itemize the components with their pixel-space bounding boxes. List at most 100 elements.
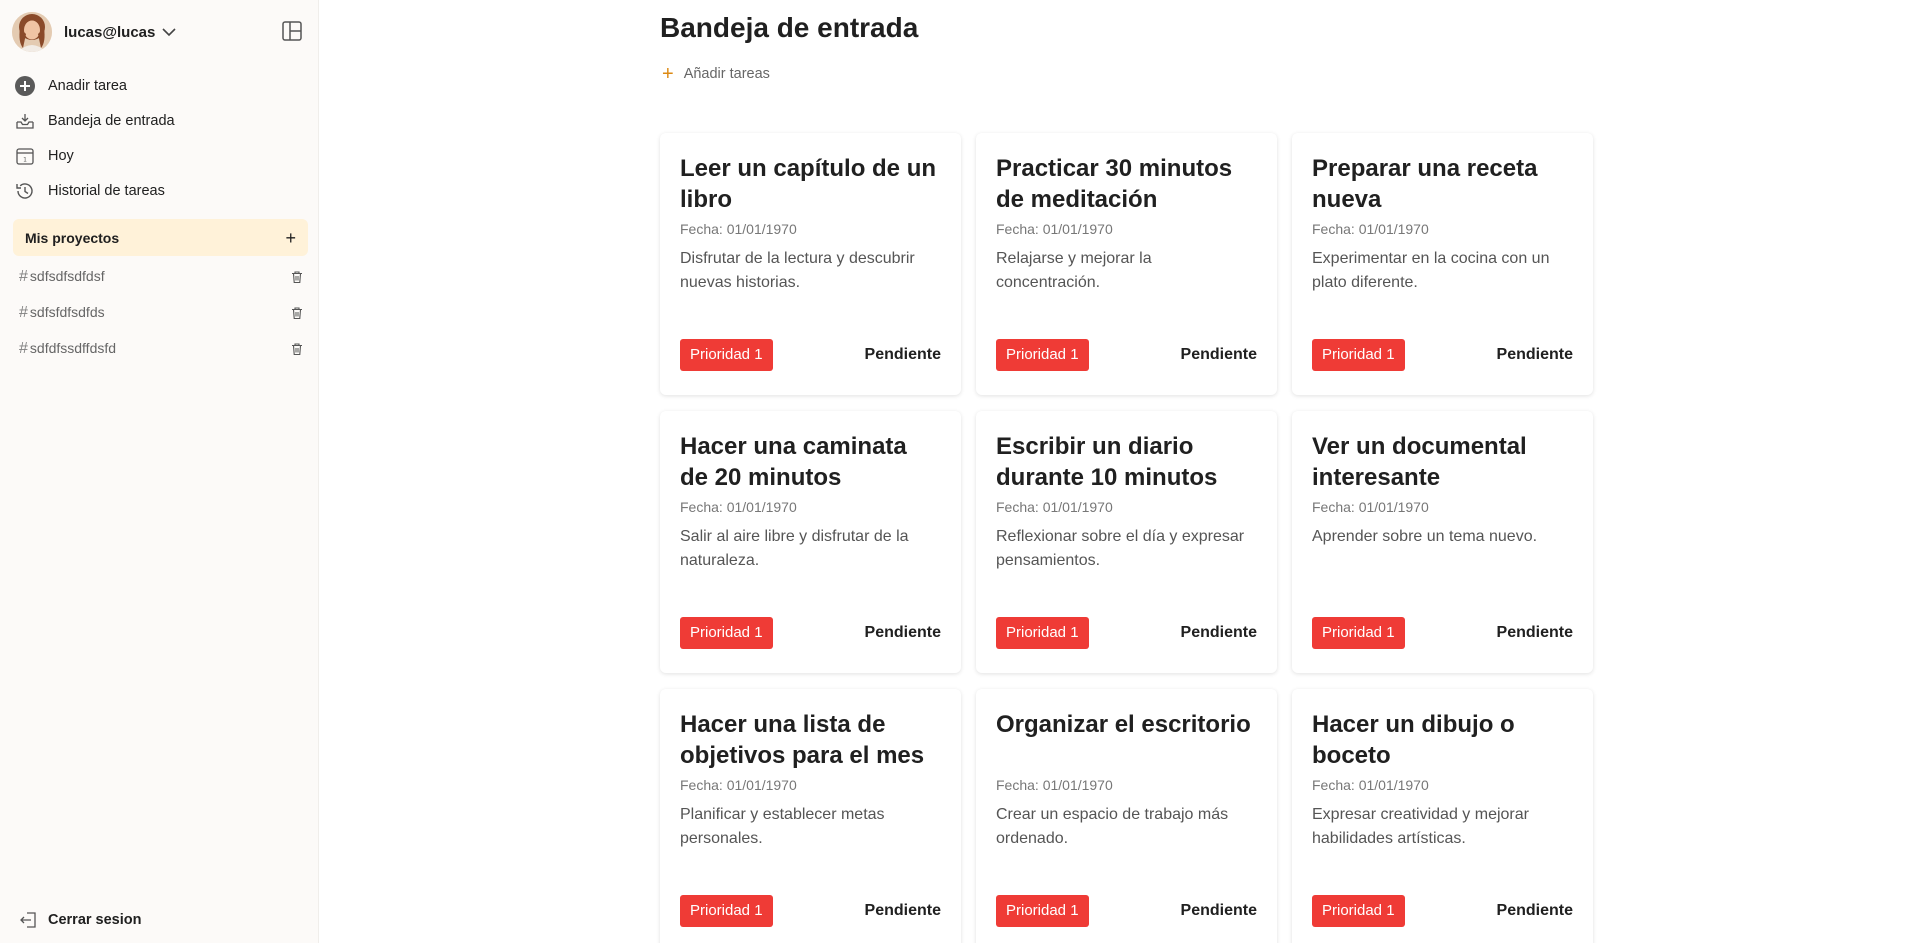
add-circle-icon <box>14 75 36 97</box>
projects-header: Mis proyectos + <box>13 219 308 256</box>
svg-text:1: 1 <box>23 156 27 163</box>
inbox-icon <box>14 110 36 132</box>
trash-icon[interactable] <box>290 306 304 320</box>
logout-button[interactable]: Cerrar sesion <box>18 910 142 930</box>
hash-icon: # <box>19 340 28 357</box>
task-description: Expresar creatividad y mejorar habilidad… <box>1312 806 1529 847</box>
status-label[interactable]: Pendiente <box>1497 346 1573 364</box>
task-grid: Leer un capítulo de un libro Fecha: 01/0… <box>660 133 1593 943</box>
status-label[interactable]: Pendiente <box>1181 346 1257 364</box>
task-date: Fecha: 01/01/1970 <box>680 499 797 515</box>
trash-icon[interactable] <box>290 270 304 284</box>
task-description: Salir al aire libre y disfrutar de la na… <box>680 528 909 569</box>
task-date: Fecha: 01/01/1970 <box>996 221 1113 237</box>
task-card[interactable]: Practicar 30 minutos de meditación Fecha… <box>976 133 1277 395</box>
priority-badge: Prioridad 1 <box>996 339 1089 371</box>
task-description: Reflexionar sobre el día y expresar pens… <box>996 528 1245 569</box>
priority-badge: Prioridad 1 <box>1312 339 1405 371</box>
main-nav: Anadir tarea Bandeja de entrada 1 Hoy Hi… <box>14 68 309 208</box>
projects-list: # sdfsdfsdfdsf # sdfsfdfsdfds # sdfdfssdffd… <box>19 259 304 367</box>
nav-label: Historial de tareas <box>48 182 165 199</box>
task-date: Fecha: 01/01/1970 <box>1312 499 1429 515</box>
status-label[interactable]: Pendiente <box>1181 902 1257 920</box>
task-card[interactable]: Escribir un diario durante 10 minutos Fe… <box>976 411 1277 673</box>
page-title: Bandeja de entrada <box>660 12 919 43</box>
task-title: Organizar el escritorio <box>996 711 1251 738</box>
status-label[interactable]: Pendiente <box>865 624 941 642</box>
user-name: lucas@lucas <box>64 23 156 41</box>
task-card[interactable]: Preparar una receta nueva Fecha: 01/01/1… <box>1292 133 1593 395</box>
task-title: Hacer un dibujo o boceto <box>1312 711 1515 769</box>
nav-history[interactable]: Historial de tareas <box>14 173 309 208</box>
project-name: sdfsdfsdfdsf <box>29 268 105 284</box>
plus-icon: + <box>662 63 674 85</box>
nav-label: Hoy <box>48 147 74 164</box>
sidebar: lucas@lucas Anadir tarea Bandeja de entr… <box>0 0 319 943</box>
task-date: Fecha: 01/01/1970 <box>1312 221 1429 237</box>
avatar <box>12 12 52 52</box>
status-label[interactable]: Pendiente <box>1181 624 1257 642</box>
sidebar-toggle-icon[interactable] <box>281 20 303 42</box>
nav-label: Anadir tarea <box>48 77 127 94</box>
priority-badge: Prioridad 1 <box>680 895 773 927</box>
priority-badge: Prioridad 1 <box>1312 895 1405 927</box>
task-title: Leer un capítulo de un libro <box>680 155 937 213</box>
task-footer: Prioridad 1 Pendiente <box>996 339 1257 371</box>
project-item[interactable]: # sdfsdfsdfdsf <box>19 259 304 295</box>
priority-badge: Prioridad 1 <box>680 339 773 371</box>
task-footer: Prioridad 1 Pendiente <box>1312 617 1573 649</box>
project-item[interactable]: # sdfdfssdffdsfd <box>19 331 304 367</box>
task-description: Relajarse y mejorar la concentración. <box>996 250 1152 291</box>
task-card[interactable]: Hacer una caminata de 20 minutos Fecha: … <box>660 411 961 673</box>
task-footer: Prioridad 1 Pendiente <box>1312 339 1573 371</box>
task-description: Disfrutar de la lectura y descubrir nuev… <box>680 250 915 291</box>
status-label[interactable]: Pendiente <box>865 902 941 920</box>
task-card[interactable]: Hacer un dibujo o boceto Fecha: 01/01/19… <box>1292 689 1593 943</box>
user-menu[interactable]: lucas@lucas <box>12 12 177 52</box>
nav-today[interactable]: 1 Hoy <box>14 138 309 173</box>
task-description: Experimentar en la cocina con un plato d… <box>1312 250 1550 291</box>
project-name: sdfsfdfsdfds <box>29 304 105 320</box>
hash-icon: # <box>19 268 28 285</box>
task-date: Fecha: 01/01/1970 <box>680 777 797 793</box>
task-title: Practicar 30 minutos de meditación <box>996 155 1233 213</box>
task-date: Fecha: 01/01/1970 <box>1312 777 1429 793</box>
chevron-down-icon <box>162 28 176 37</box>
task-date: Fecha: 01/01/1970 <box>996 499 1113 515</box>
task-date: Fecha: 01/01/1970 <box>996 777 1113 793</box>
task-card[interactable]: Leer un capítulo de un libro Fecha: 01/0… <box>660 133 961 395</box>
priority-badge: Prioridad 1 <box>680 617 773 649</box>
task-description: Planificar y establecer metas personales… <box>680 806 885 847</box>
status-label[interactable]: Pendiente <box>865 346 941 364</box>
task-card[interactable]: Ver un documental interesante Fecha: 01/… <box>1292 411 1593 673</box>
hash-icon: # <box>19 304 28 321</box>
task-footer: Prioridad 1 Pendiente <box>680 617 941 649</box>
task-footer: Prioridad 1 Pendiente <box>1312 895 1573 927</box>
status-label[interactable]: Pendiente <box>1497 902 1573 920</box>
nav-add-task[interactable]: Anadir tarea <box>14 68 309 103</box>
task-title: Hacer una lista de objetivos para el mes <box>680 711 925 769</box>
task-footer: Prioridad 1 Pendiente <box>996 617 1257 649</box>
task-footer: Prioridad 1 Pendiente <box>680 895 941 927</box>
nav-inbox[interactable]: Bandeja de entrada <box>14 103 309 138</box>
priority-badge: Prioridad 1 <box>996 617 1089 649</box>
projects-title: Mis proyectos <box>25 229 120 246</box>
task-title: Hacer una caminata de 20 minutos <box>680 433 907 491</box>
history-icon <box>14 180 36 202</box>
task-description: Aprender sobre un tema nuevo. <box>1312 528 1538 545</box>
project-name: sdfdfssdffdsfd <box>29 340 117 356</box>
add-tasks-button[interactable]: + Añadir tareas <box>662 64 770 84</box>
calendar-icon: 1 <box>14 145 36 167</box>
logout-label: Cerrar sesion <box>48 912 142 928</box>
trash-icon[interactable] <box>290 342 304 356</box>
priority-badge: Prioridad 1 <box>996 895 1089 927</box>
status-label[interactable]: Pendiente <box>1497 624 1573 642</box>
task-footer: Prioridad 1 Pendiente <box>996 895 1257 927</box>
add-tasks-label: Añadir tareas <box>683 66 770 82</box>
task-card[interactable]: Organizar el escritorio Fecha: 01/01/197… <box>976 689 1277 943</box>
add-project-button[interactable]: + <box>285 229 296 247</box>
task-date: Fecha: 01/01/1970 <box>680 221 797 237</box>
priority-badge: Prioridad 1 <box>1312 617 1405 649</box>
project-item[interactable]: # sdfsfdfsdfds <box>19 295 304 331</box>
task-card[interactable]: Hacer una lista de objetivos para el mes… <box>660 689 961 943</box>
